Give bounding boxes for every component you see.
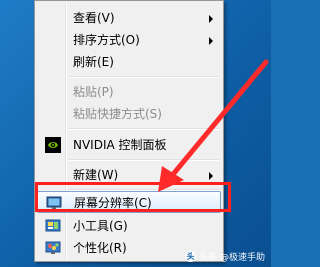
menu-item-label: 查看(V) (73, 11, 115, 25)
menu-item-view[interactable]: 查看(V) (37, 7, 221, 29)
menu-separator (69, 76, 219, 78)
menu-separator (69, 159, 219, 161)
menu-item-label: 排序方式(O) (73, 33, 140, 47)
submenu-arrow-icon (209, 37, 213, 45)
watermark-text: 头条 @极速手助 (199, 253, 265, 263)
menu-item-label: 刷新(E) (73, 55, 114, 69)
menu-item-label: 小工具(G) (73, 219, 128, 233)
menu-item-label: 粘贴(P) (73, 85, 114, 99)
menu-separator (69, 128, 219, 130)
gadgets-icon (45, 218, 61, 234)
submenu-arrow-icon (209, 172, 213, 180)
menu-item-paste-shortcut: 粘贴快捷方式(S) (37, 103, 221, 125)
menu-item-refresh[interactable]: 刷新(E) (37, 51, 221, 73)
menu-item-label: 个性化(R) (73, 241, 127, 255)
nvidia-icon (45, 137, 61, 153)
menu-item-gadgets[interactable]: 小工具(G) (37, 215, 221, 237)
watermark: 头 头条 @极速手助 (185, 250, 265, 263)
submenu-arrow-icon (209, 15, 213, 23)
watermark-logo-icon: 头 (185, 251, 197, 262)
menu-item-paste: 粘贴(P) (37, 81, 221, 103)
menu-item-label: 粘贴快捷方式(S) (73, 107, 162, 121)
desktop-context-menu: 查看(V) 排序方式(O) 刷新(E) 粘贴(P) 粘贴快捷方式(S) NVID… (34, 0, 224, 262)
menu-item-label: NVIDIA 控制面板 (73, 138, 167, 152)
personalize-icon (45, 240, 61, 256)
menu-item-label: 新建(W) (73, 168, 119, 182)
menu-item-nvidia-control-panel[interactable]: NVIDIA 控制面板 (37, 134, 221, 156)
highlight-annotation-box (35, 182, 231, 212)
menu-item-sort-by[interactable]: 排序方式(O) (37, 29, 221, 51)
